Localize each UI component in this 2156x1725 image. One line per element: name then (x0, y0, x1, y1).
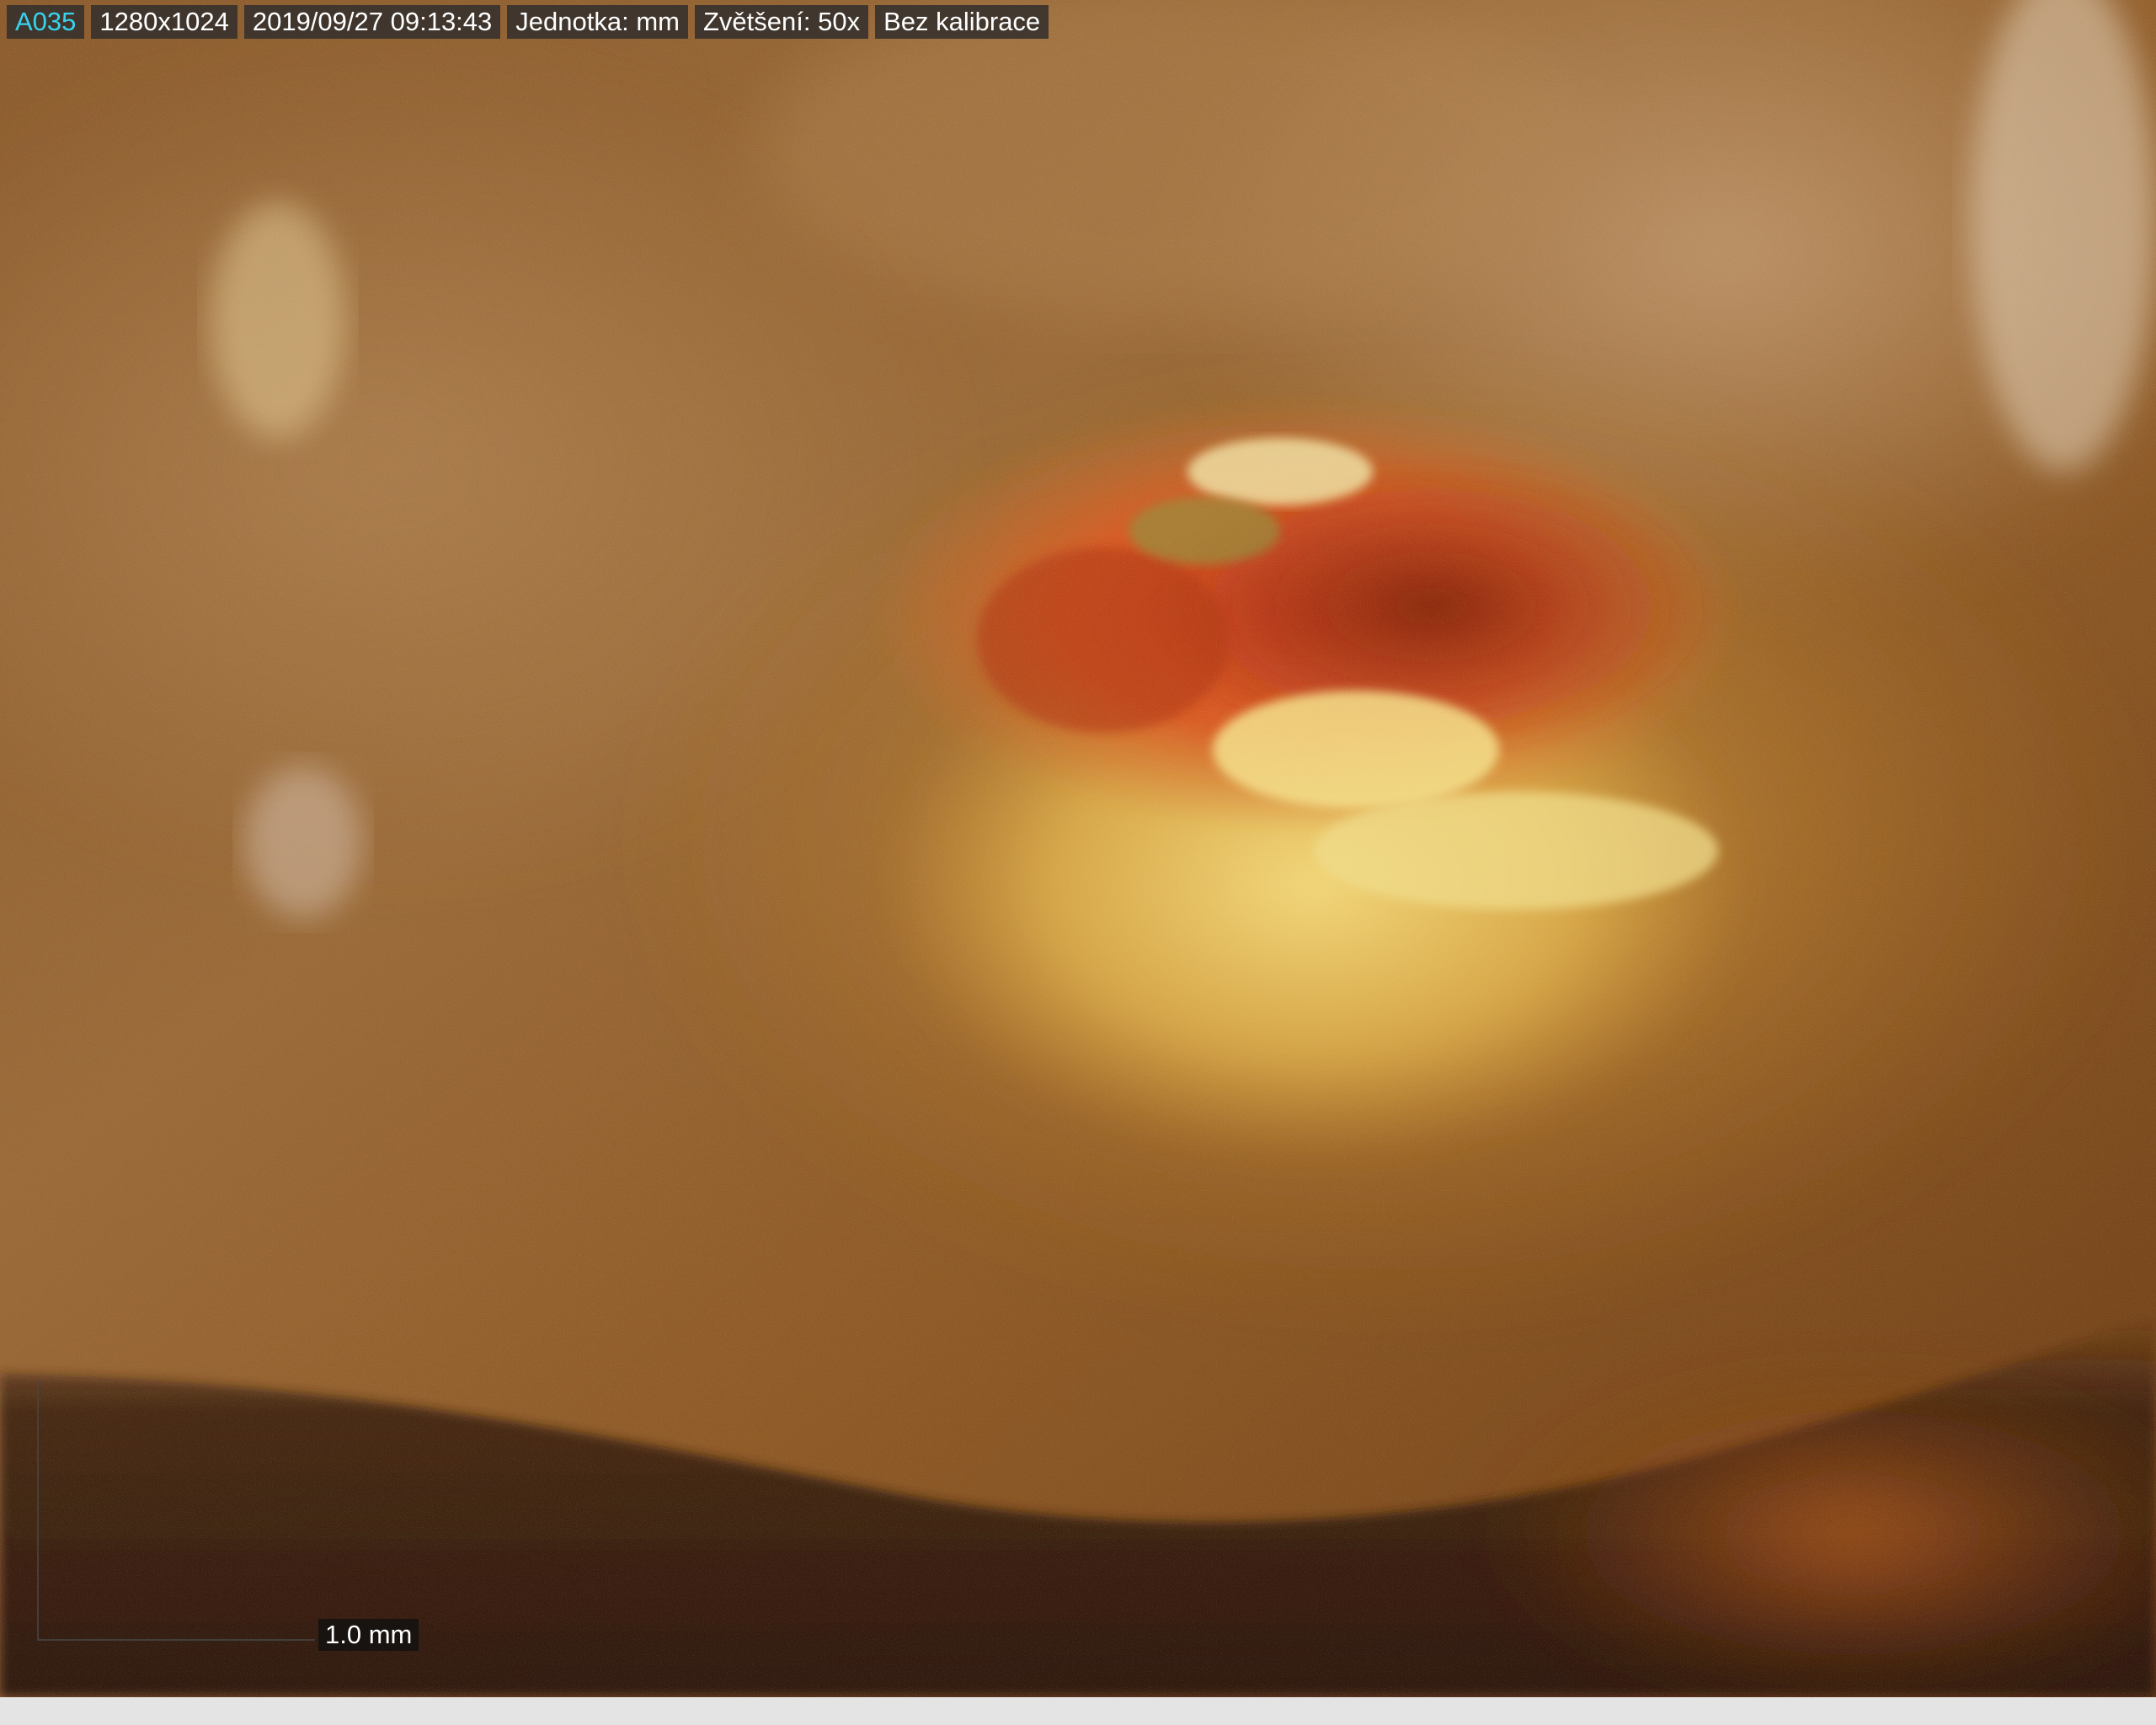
resolution-label: 1280x1024 (91, 5, 237, 39)
info-bar: A035 1280x1024 2019/09/27 09:13:43 Jedno… (7, 5, 1049, 39)
datetime-label: 2019/09/27 09:13:43 (243, 5, 501, 39)
unit-label: Jednotka: mm (507, 5, 688, 39)
magnification-label: Zvětšení: 50x (694, 5, 869, 39)
microscope-viewer[interactable]: A035 1280x1024 2019/09/27 09:13:43 Jedno… (0, 0, 2156, 1697)
microscope-image (0, 0, 2156, 1697)
calibration-label: Bez kalibrace (875, 5, 1049, 39)
scale-bar (37, 1381, 315, 1641)
scale-bar-label: 1.0 mm (318, 1619, 419, 1651)
status-strip (0, 1697, 2156, 1725)
image-id-label: A035 (7, 5, 85, 39)
